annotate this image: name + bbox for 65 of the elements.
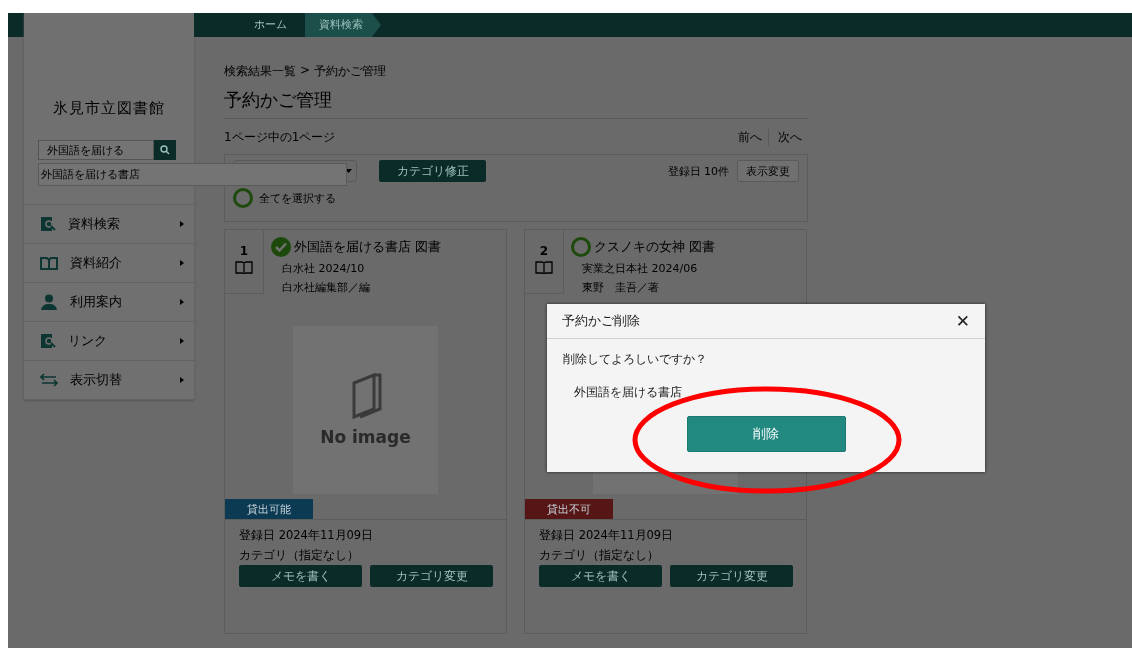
book-number: 1 (239, 244, 249, 258)
memo-button[interactable]: メモを書く (239, 565, 362, 587)
category-change-button[interactable]: カテゴリ変更 (370, 565, 493, 587)
dialog-title: 予約かご削除 (562, 312, 640, 330)
book-title[interactable]: 外国語を届ける書店 図書 (294, 238, 441, 256)
unchecked-circle-icon[interactable] (233, 188, 253, 208)
status-badge: 貸出可能 (225, 499, 313, 519)
breadcrumb-item: 予約かご管理 (314, 63, 387, 80)
search-icon (160, 145, 170, 155)
caret-icon (180, 299, 184, 305)
category-select[interactable] (233, 160, 357, 182)
unchecked-circle-icon[interactable] (571, 237, 591, 257)
author-info: 白水社編集部／編 (281, 280, 371, 295)
dialog-message: 削除してよろしいですか？ (563, 352, 708, 367)
breadcrumb-link[interactable]: ホーム (240, 13, 305, 37)
nav-item[interactable]: 資料検索 (24, 205, 194, 244)
book-search-icon (40, 216, 56, 232)
nav-item[interactable]: リンク (24, 322, 194, 361)
publisher-info: 実業之日本社 2024/06 (581, 261, 699, 276)
search-button[interactable] (154, 140, 176, 160)
author-info: 東野 圭吾／著 (581, 280, 660, 295)
registered-date: 登録日 2024年11月09日 (239, 528, 375, 543)
pager-link[interactable]: 前へ (729, 129, 768, 146)
pager-link[interactable]: 次へ (768, 129, 808, 146)
caret-icon (180, 260, 184, 266)
breadcrumb-separator: > (300, 63, 311, 79)
category-fix-button[interactable]: カテゴリ修正 (379, 160, 486, 182)
caret-icon (180, 221, 184, 227)
page-info: 1ページ中の1ページ (224, 129, 336, 146)
sort-info: 登録日 10件 (667, 163, 729, 179)
nav-item[interactable]: 表示切替 (24, 361, 194, 400)
page-title: 予約かご管理 (224, 88, 808, 119)
open-book-icon (535, 261, 553, 274)
breadcrumb-item[interactable]: 検索結果一覧 (224, 63, 296, 80)
caret-icon (180, 338, 184, 344)
view-change-button[interactable]: 表示変更 (737, 160, 799, 182)
library-name: 氷見市立図書館 (52, 99, 166, 118)
swap-arrows-icon (40, 373, 58, 387)
header-bar (8, 13, 24, 37)
select-all-label[interactable]: 全てを選択する (259, 190, 336, 206)
caret-icon (180, 377, 184, 383)
nav-item[interactable]: 利用案内 (24, 283, 194, 322)
memo-button[interactable]: メモを書く (539, 565, 662, 587)
nav-item[interactable]: 資料紹介 (24, 244, 194, 283)
checked-circle-icon[interactable] (271, 237, 291, 257)
category-info: カテゴリ（指定なし） (539, 548, 660, 563)
dropdown-caret-icon (345, 169, 352, 173)
book-title[interactable]: クスノキの女神 図書 (594, 238, 715, 256)
breadcrumb-link[interactable]: 資料検索 (305, 13, 381, 37)
status-badge: 貸出不可 (525, 499, 613, 519)
person-icon (40, 294, 58, 310)
open-book-icon (40, 256, 58, 270)
no-image-label: No image (320, 427, 411, 447)
search-field[interactable]: 外国語を届ける (38, 140, 154, 160)
close-button[interactable]: ✕ (955, 311, 970, 331)
dialog-item-title: 外国語を届ける書店 (574, 385, 683, 400)
category-change-button[interactable]: カテゴリ変更 (670, 565, 793, 587)
category-info: カテゴリ（指定なし） (239, 548, 360, 563)
suggestion-item[interactable]: 外国語を届ける書店 (39, 164, 346, 185)
registered-date: 登録日 2024年11月09日 (539, 528, 675, 543)
book-search-icon (40, 333, 56, 349)
publisher-info: 白水社 2024/10 (281, 261, 366, 276)
delete-button[interactable]: 削除 (686, 416, 846, 452)
open-book-icon (235, 261, 253, 274)
book-number: 2 (539, 244, 549, 258)
